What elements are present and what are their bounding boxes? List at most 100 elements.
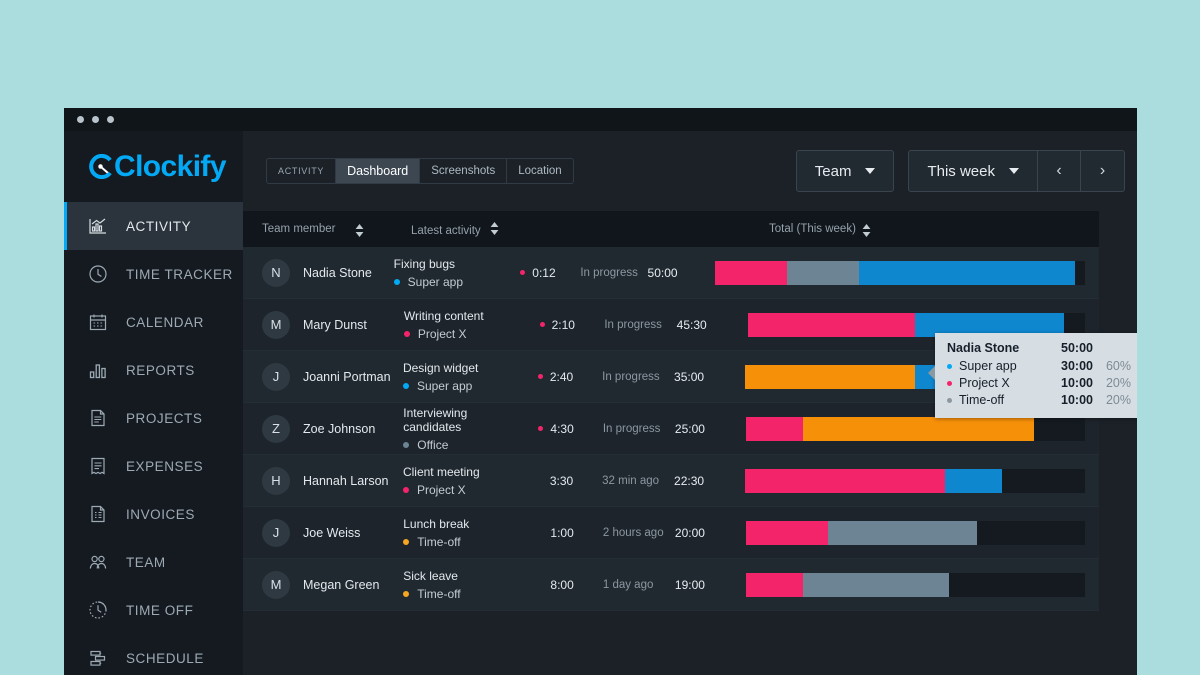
project-name: Time-off xyxy=(417,534,461,549)
activity-title: Fixing bugs xyxy=(393,256,456,271)
status-cell: In progress xyxy=(602,370,660,383)
member-cell: M Megan Green xyxy=(243,570,403,599)
invoice-icon xyxy=(88,504,108,524)
chart-activity-icon xyxy=(88,216,108,236)
tooltip-color-dot xyxy=(947,364,952,369)
tooltip-row: Super app 30:00 60% xyxy=(947,358,1131,375)
tab-screenshots[interactable]: Screenshots xyxy=(420,159,508,183)
sidebar-item-label: TIME TRACKER xyxy=(126,266,233,282)
tooltip-arrow-icon xyxy=(928,366,935,380)
sidebar-item-projects[interactable]: PROJECTS xyxy=(64,394,243,442)
bar-segment xyxy=(945,468,1002,493)
total-cell: 19:00 xyxy=(674,577,705,592)
table-row[interactable]: H Hannah Larson Client meeting Project X 3:3… xyxy=(243,455,1099,507)
prev-period-button[interactable]: ‹ xyxy=(1038,151,1081,191)
project-color-dot xyxy=(393,278,400,285)
column-header-team-member[interactable]: Team member xyxy=(262,223,336,235)
column-header-latest-activity[interactable]: Latest activity xyxy=(411,225,481,237)
avatar: J xyxy=(262,362,290,391)
activity-cell: Fixing bugs Super app xyxy=(393,256,511,289)
sidebar-item-label: INVOICES xyxy=(126,506,195,522)
sidebar-item-reports[interactable]: REPORTS xyxy=(64,346,243,394)
project-color-dot xyxy=(403,590,410,597)
window-minimize-dot[interactable] xyxy=(92,116,99,123)
sort-icon[interactable] xyxy=(490,222,499,235)
scope-selector[interactable]: Team xyxy=(795,150,895,192)
status-cell: 2 hours ago xyxy=(602,526,664,539)
activity-project: Time-off xyxy=(403,587,528,601)
sidebar-item-schedule[interactable]: SCHEDULE xyxy=(64,634,243,675)
sidebar-item-label: REPORTS xyxy=(126,362,195,378)
status-cell: 1 day ago xyxy=(602,578,654,591)
project-name: Project X xyxy=(417,326,467,341)
sidebar-item-activity[interactable]: ACTIVITY xyxy=(64,202,243,250)
bar-segment xyxy=(803,416,1034,441)
sidebar-item-calendar[interactable]: CALENDAR xyxy=(64,298,243,346)
sidebar-item-time-off[interactable]: TIME OFF xyxy=(64,586,243,634)
project-color-dot xyxy=(403,441,410,448)
tooltip-project-time: 30:00 xyxy=(1061,359,1093,373)
sidebar-item-team[interactable]: TEAM xyxy=(64,538,243,586)
duration-value: 3:30 xyxy=(549,473,574,488)
total-cell: 35:00 xyxy=(674,369,705,384)
project-name: Time-off xyxy=(417,586,461,601)
period-selector[interactable]: This week xyxy=(909,151,1038,191)
screenshot-root: Clockify ACTIVITY TIME TRACKER CALENDAR REP… xyxy=(0,0,1200,675)
table-row[interactable]: M Megan Green Sick leave Time-off 8:00 1 day … xyxy=(243,559,1099,611)
bar-cell xyxy=(697,260,1099,285)
clock-dashed-icon xyxy=(88,600,108,620)
table-row[interactable]: N Nadia Stone Fixing bugs Super app 0:12 In p… xyxy=(243,247,1099,299)
app-logo[interactable]: Clockify xyxy=(64,131,243,202)
tab-location[interactable]: Location xyxy=(507,159,572,183)
period-selector-label: This week xyxy=(927,162,995,180)
activity-project: Time-off xyxy=(403,535,528,549)
status-cell: 32 min ago xyxy=(602,474,660,487)
scope-selector-label: Team xyxy=(814,162,852,180)
activity-cell: Writing content Project X xyxy=(403,309,530,341)
sort-icon[interactable] xyxy=(355,223,364,237)
member-name: Hannah Larson xyxy=(303,473,389,488)
member-name: Mary Dunst xyxy=(303,317,367,332)
avatar: J xyxy=(262,518,290,547)
app-logo-text: Clockify xyxy=(114,149,227,183)
window-close-dot[interactable] xyxy=(77,116,84,123)
running-indicator-icon xyxy=(538,426,544,431)
people-icon xyxy=(88,552,108,572)
window-maximize-dot[interactable] xyxy=(107,116,114,123)
project-color-dot xyxy=(402,382,409,389)
member-name: Nadia Stone xyxy=(303,265,372,280)
sidebar-item-label: TIME OFF xyxy=(126,602,194,618)
progress-track xyxy=(746,416,1085,441)
project-name: Project X xyxy=(416,482,466,497)
tooltip-project-label: Super app xyxy=(959,359,1017,373)
member-breakdown-tooltip: Nadia Stone 50:00 Super app 30:00 60% Proje… xyxy=(928,333,1137,418)
tab-activity[interactable]: ACTIVITY xyxy=(267,159,337,183)
bar-cell xyxy=(728,520,1099,545)
duration-cell: 4:30 xyxy=(528,422,602,436)
sidebar-item-expenses[interactable]: EXPENSES xyxy=(64,442,243,490)
tooltip-member-name: Nadia Stone xyxy=(947,341,1020,355)
sidebar-item-time-tracker[interactable]: TIME TRACKER xyxy=(64,250,243,298)
total-cell: 45:30 xyxy=(676,317,707,332)
activity-cell: Client meeting Project X xyxy=(402,465,528,497)
bar-segment xyxy=(746,416,803,441)
sidebar-nav: ACTIVITY TIME TRACKER CALENDAR REPORTS PROJE… xyxy=(64,202,243,675)
status-cell: In progress xyxy=(604,318,662,331)
sidebar-item-label: CALENDAR xyxy=(126,314,204,330)
table-row[interactable]: J Joe Weiss Lunch break Time-off 1:00 2 hours… xyxy=(243,507,1099,559)
tab-dashboard[interactable]: Dashboard xyxy=(336,159,421,183)
activity-cell: Sick leave Time-off xyxy=(403,569,528,601)
tooltip-color-dot xyxy=(947,381,952,386)
total-cell: 20:00 xyxy=(674,525,705,540)
avatar: M xyxy=(262,310,290,339)
app-window: Clockify ACTIVITY TIME TRACKER CALENDAR REP… xyxy=(64,108,1137,675)
sidebar-item-label: ACTIVITY xyxy=(126,218,192,234)
avatar: M xyxy=(262,570,290,599)
bar-segment xyxy=(828,520,977,545)
document-icon xyxy=(88,408,108,428)
column-header-total[interactable]: Total (This week) xyxy=(769,223,856,235)
sidebar-item-invoices[interactable]: INVOICES xyxy=(64,490,243,538)
sort-icon[interactable] xyxy=(862,223,871,237)
duration-value: 0:12 xyxy=(532,265,556,280)
next-period-button[interactable]: › xyxy=(1081,151,1124,191)
